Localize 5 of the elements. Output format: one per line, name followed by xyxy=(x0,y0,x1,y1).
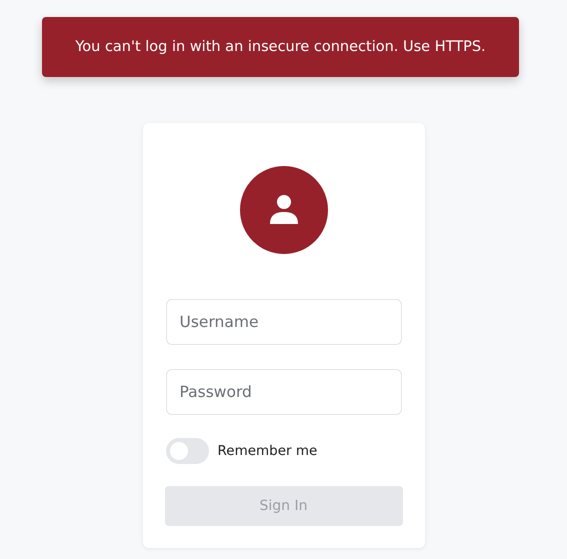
username-field[interactable]: Username xyxy=(166,299,402,345)
password-field[interactable]: Password xyxy=(166,369,402,415)
remember-toggle[interactable] xyxy=(166,438,208,464)
error-toast: You can't log in with an insecure connection. Use HTTPS. xyxy=(42,17,519,77)
remember-label: Remember me xyxy=(218,443,318,459)
